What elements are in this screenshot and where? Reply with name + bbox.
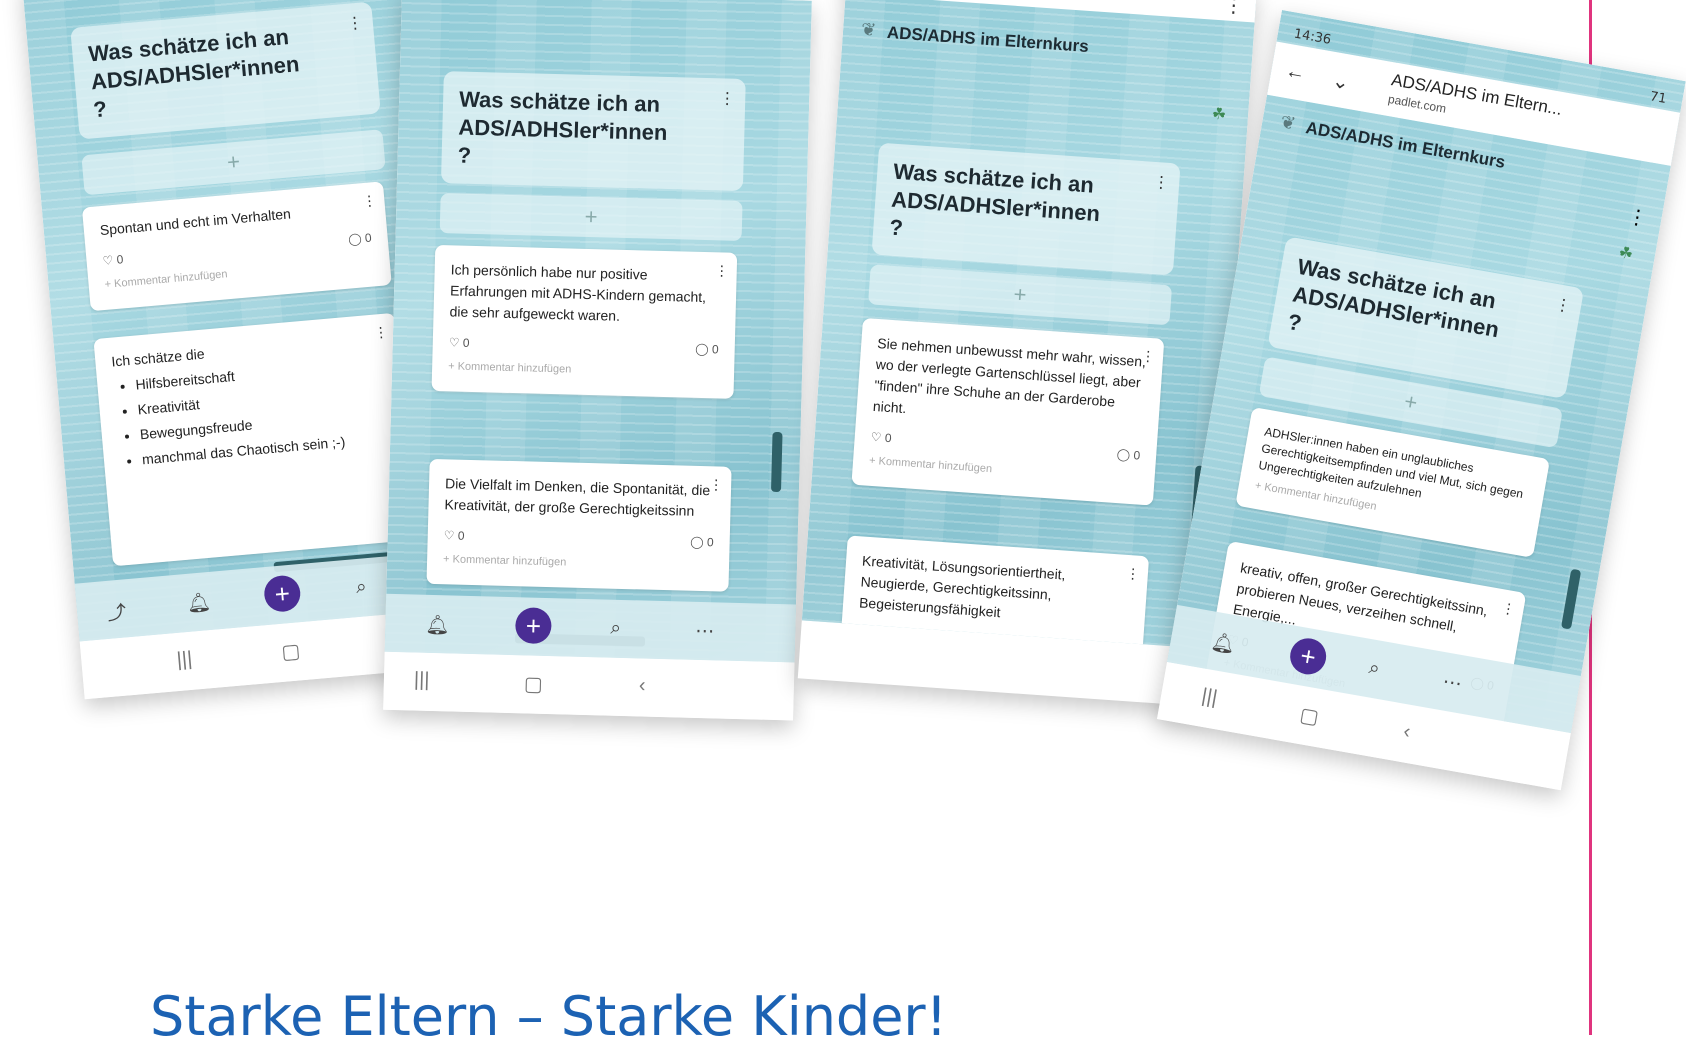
- more-icon[interactable]: ⋯: [1441, 670, 1464, 696]
- add-post-fab[interactable]: +: [262, 574, 302, 614]
- bell-icon[interactable]: 🔔︎: [425, 613, 450, 638]
- post-more-icon[interactable]: ⋮: [1125, 563, 1140, 585]
- add-post-button[interactable]: +: [868, 264, 1173, 326]
- post-more-icon[interactable]: ⋮: [709, 474, 724, 495]
- like-count: 0: [457, 528, 465, 543]
- comment-count: 0: [1132, 448, 1141, 463]
- post-more-icon[interactable]: ⋮: [373, 321, 389, 343]
- comment-count-button[interactable]: ◯ 0: [695, 339, 719, 361]
- android-nav-bar: ||| ▢ ‹: [383, 651, 795, 721]
- post-card[interactable]: ⋮ Ich persönlich habe nur positive Erfah…: [431, 244, 738, 399]
- post-more-icon[interactable]: ⋮: [362, 190, 378, 212]
- search-icon[interactable]: ⌕: [1367, 657, 1381, 681]
- comment-count: 0: [706, 535, 714, 550]
- leaf-icon: ☘: [1211, 105, 1227, 124]
- post-meta: ♡ 0 ◯ 0: [449, 332, 719, 359]
- column-title: Was schätze ich an ADS/ADHSler*innen ?: [888, 158, 1101, 241]
- post-card[interactable]: ⋮ Sie nehmen unbewusst mehr wahr, wissen…: [851, 317, 1165, 506]
- comment-count-button[interactable]: ◯ 0: [1102, 640, 1127, 649]
- comment-count-button[interactable]: ◯ 0: [347, 228, 373, 251]
- back-arrow-icon[interactable]: ←: [1283, 60, 1308, 86]
- home-icon[interactable]: ▢: [524, 671, 544, 696]
- padlet-board: Was schätze ich an ADS/ADHSler*innen ? ⋮…: [384, 0, 812, 663]
- column-header: Was schätze ich an ADS/ADHSler*innen ? ⋮: [440, 71, 746, 191]
- post-text: Sie nehmen unbewusst mehr wahr, wissen, …: [872, 335, 1147, 417]
- battery-indicator: 71: [1648, 89, 1668, 107]
- like-button[interactable]: ♡ 0: [856, 623, 879, 645]
- chevron-down-icon[interactable]: ⌄: [1330, 68, 1351, 96]
- comment-count: 0: [711, 342, 719, 357]
- column-title: Was schätze ich an ADS/ADHSler*innen ?: [87, 24, 301, 123]
- add-comment-field[interactable]: + Kommentar hinzufügen: [443, 549, 713, 577]
- home-icon[interactable]: ▢: [280, 638, 302, 665]
- bell-icon[interactable]: 🔔︎: [186, 590, 212, 616]
- column-more-icon[interactable]: ⋮: [1153, 172, 1170, 193]
- column-more-icon[interactable]: ⋮: [719, 88, 736, 108]
- like-button[interactable]: ♡ 0: [102, 249, 125, 272]
- post-card[interactable]: ⋮ Die Vielfalt im Denken, die Spontanitä…: [426, 458, 732, 592]
- like-count: 0: [884, 430, 893, 446]
- phone-screenshot-2: Was schätze ich an ADS/ADHSler*innen ? ⋮…: [383, 0, 812, 721]
- leaf-icon: ☘: [1617, 244, 1635, 264]
- home-icon[interactable]: ▢: [1298, 702, 1321, 730]
- padlet-logo-icon: ❦: [860, 19, 877, 41]
- footer-heading: Starke Eltern – Starke Kinder!: [150, 985, 948, 1048]
- recent-apps-icon[interactable]: |||: [1200, 685, 1219, 710]
- like-count: 0: [462, 335, 470, 350]
- add-post-button[interactable]: +: [439, 193, 743, 241]
- comment-count-button[interactable]: ◯ 0: [1116, 444, 1141, 467]
- column-title: Was schätze ich an ADS/ADHSler*innen ?: [457, 86, 668, 168]
- add-post-fab[interactable]: +: [1287, 635, 1330, 678]
- column-header: Was schätze ich an ADS/ADHSler*innen ? ⋮: [871, 142, 1181, 276]
- comment-placeholder: Kommentar hinzufügen: [113, 268, 228, 291]
- share-icon[interactable]: ⤴: [106, 597, 128, 626]
- like-button[interactable]: ♡ 0: [449, 332, 470, 354]
- bottom-toolbar: 🔔︎ + ⌕ ⋯: [384, 593, 797, 663]
- comment-placeholder: Kommentar hinzufügen: [878, 455, 993, 476]
- post-card[interactable]: ⋮ Spontan und echt im Verhalten ♡ 0 ◯ 0 …: [81, 181, 392, 312]
- column-more-icon[interactable]: ⋮: [1553, 294, 1573, 316]
- add-comment-field[interactable]: + Kommentar hinzufügen: [448, 356, 718, 384]
- post-more-icon[interactable]: ⋮: [1140, 345, 1156, 367]
- post-more-icon[interactable]: ⋮: [1500, 597, 1517, 620]
- post-text: Kreativität, Lösungsorientiertheit, Neug…: [858, 552, 1067, 621]
- comment-placeholder: Kommentar hinzufügen: [457, 360, 572, 376]
- search-icon[interactable]: ⌕: [355, 576, 368, 599]
- post-card[interactable]: ⋮ Kreativität, Lösungsorientiertheit, Ne…: [839, 535, 1150, 649]
- like-button[interactable]: ♡ 0: [870, 427, 892, 449]
- scrollbar-thumb[interactable]: [770, 431, 783, 493]
- browser-menu-icon[interactable]: ⋮: [1223, 0, 1245, 19]
- comment-count: 0: [364, 230, 373, 246]
- comment-count-button[interactable]: ◯ 0: [690, 532, 714, 554]
- post-more-icon[interactable]: ⋮: [714, 260, 729, 281]
- post-text: Die Vielfalt im Denken, die Spontanität,…: [444, 475, 711, 519]
- post-bullet-list: Hilfsbereitschaft Kreativität Bewegungsf…: [113, 353, 390, 472]
- search-icon[interactable]: ⌕: [610, 618, 621, 640]
- board-title: ADS/ADHS im Elternkurs: [886, 22, 1090, 56]
- back-icon[interactable]: ‹: [639, 674, 646, 697]
- comment-placeholder: Kommentar hinzufügen: [452, 553, 567, 569]
- add-post-fab[interactable]: +: [514, 607, 552, 645]
- padlet-logo-icon: ❦: [1278, 111, 1298, 134]
- board-menu-icon[interactable]: ⋮: [1625, 203, 1650, 231]
- post-meta: ♡ 0 ◯ 0: [443, 525, 714, 554]
- like-button[interactable]: ♡ 0: [443, 525, 465, 547]
- column-header: Was schätze ich an ADS/ADHSler*innen ? ⋮: [70, 1, 381, 140]
- post-text: Ich persönlich habe nur positive Erfahru…: [449, 261, 707, 324]
- back-icon[interactable]: ‹: [1402, 720, 1412, 744]
- recent-apps-icon[interactable]: |||: [176, 648, 194, 672]
- like-count: 0: [116, 252, 124, 267]
- comment-count: 0: [1119, 645, 1127, 649]
- bell-icon[interactable]: 🔔︎: [1209, 629, 1237, 657]
- more-icon[interactable]: ⋯: [695, 620, 715, 643]
- column-title: Was schätze ich an ADS/ADHSler*innen ?: [1285, 253, 1501, 343]
- browser-url-bar[interactable]: padlet.com ⋮: [845, 0, 1258, 23]
- column-more-icon[interactable]: ⋮: [346, 12, 364, 33]
- recent-apps-icon[interactable]: |||: [414, 669, 430, 692]
- scrollbar-thumb[interactable]: [1560, 568, 1582, 630]
- post-card[interactable]: ⋮ Ich schätze die Hilfsbereitschaft Krea…: [93, 312, 415, 567]
- like-count: 0: [870, 627, 879, 642]
